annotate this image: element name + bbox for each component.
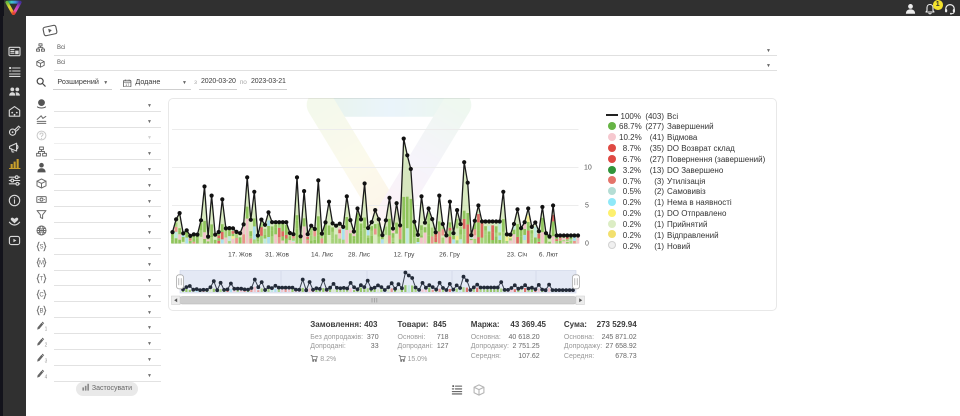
svg-text:B: B [39, 309, 43, 315]
svg-text:3: 3 [45, 359, 47, 363]
svg-text:23. Січ: 23. Січ [507, 251, 527, 259]
svg-text:M: M [39, 261, 44, 267]
svg-text:T: T [40, 277, 44, 283]
svg-text:4: 4 [45, 375, 47, 379]
svg-text:5: 5 [585, 203, 589, 210]
svg-text:17: 17 [125, 83, 129, 87]
svg-text:1: 1 [45, 327, 47, 331]
svg-text:2: 2 [45, 343, 47, 347]
svg-text:31. Жов: 31. Жов [265, 252, 289, 259]
svg-text:0: 0 [585, 241, 589, 248]
svg-text:10: 10 [584, 165, 592, 172]
svg-text:C: C [39, 293, 44, 299]
svg-text:28. Лис: 28. Лис [348, 252, 371, 259]
svg-text:6. Лют: 6. Лют [539, 252, 558, 259]
svg-text:17. Жов: 17. Жов [228, 252, 252, 259]
svg-text:S: S [39, 245, 43, 251]
svg-text:14. Лис: 14. Лис [311, 252, 334, 259]
svg-text:26. Гру: 26. Гру [439, 252, 461, 259]
svg-text:12. Гру: 12. Гру [394, 252, 416, 259]
